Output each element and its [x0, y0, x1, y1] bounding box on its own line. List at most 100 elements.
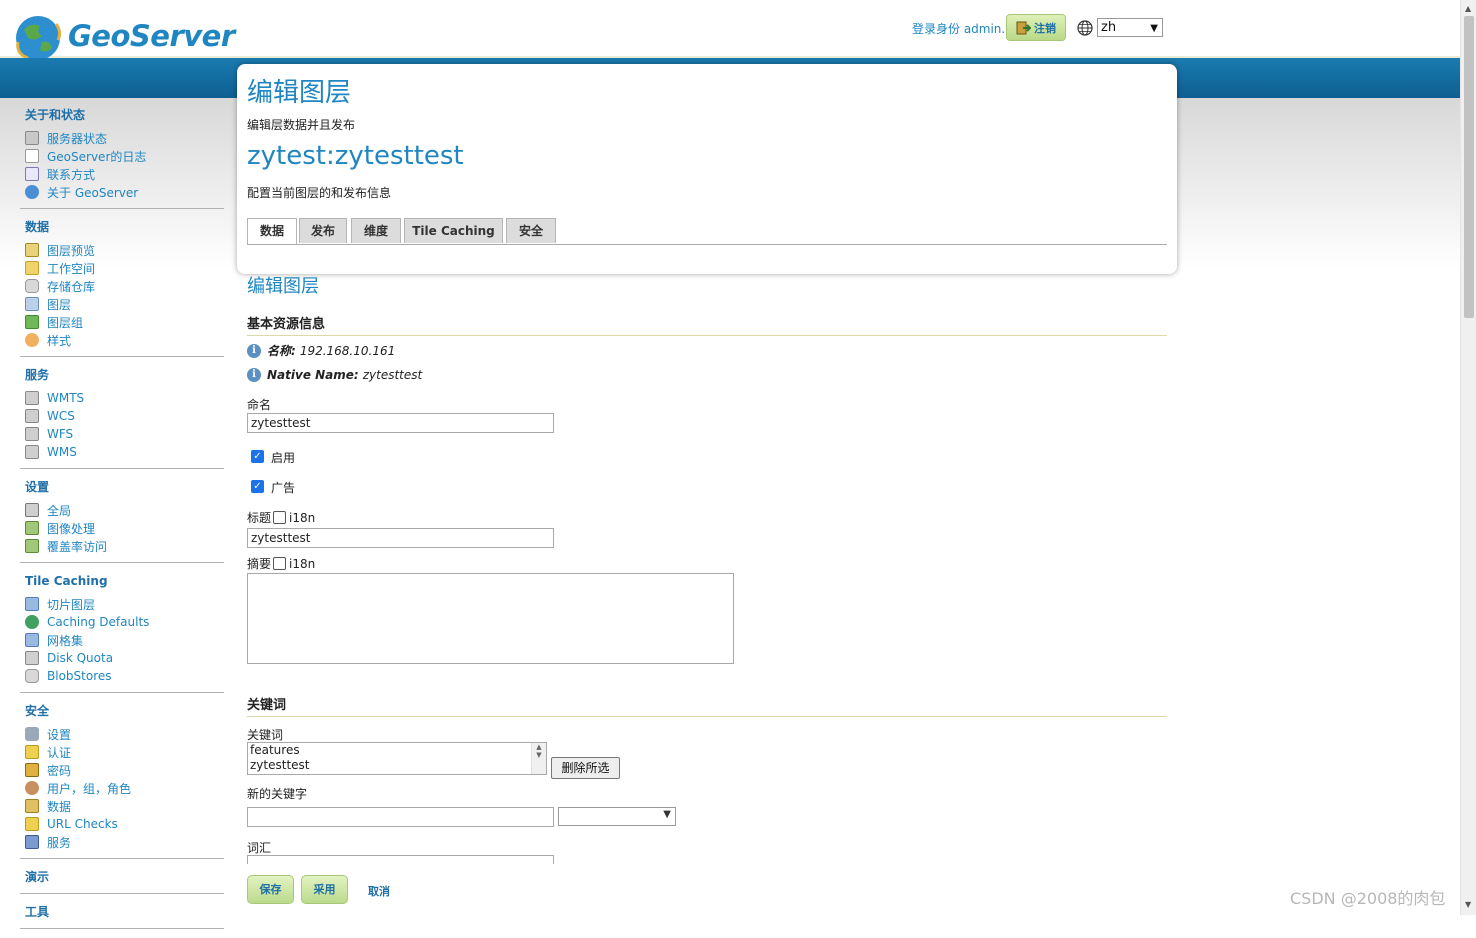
sidebar-item-label: 设置 [47, 727, 72, 742]
sidebar-section-title[interactable]: Tile Caching [25, 572, 224, 590]
sidebar-item[interactable]: GeoServer的日志 [25, 147, 224, 165]
sidebar-item[interactable]: 样式 [25, 331, 224, 349]
sidebar-item[interactable]: 关于 GeoServer [25, 183, 224, 201]
abstract-label-row: 摘要 i18n [247, 555, 315, 572]
keywords-heading: 关键词 [247, 694, 1167, 717]
save-button[interactable]: 保存 [247, 875, 294, 904]
tab-security[interactable]: 安全 [506, 218, 556, 243]
lock-icon [25, 763, 39, 777]
sidebar-item[interactable]: 工作空间 [25, 259, 224, 277]
globe-icon [1077, 20, 1093, 36]
vocabulary-input[interactable] [247, 855, 554, 864]
enabled-checkbox[interactable]: ✓ [251, 449, 264, 463]
chevron-down-icon: ▼ [1150, 23, 1158, 34]
sidebar-item[interactable]: 网格集 [25, 631, 224, 649]
remove-selected-button[interactable]: 删除所选 [551, 757, 620, 779]
sidebar-item[interactable]: 用户，组，角色 [25, 779, 224, 797]
title-i18n-checkbox[interactable] [273, 511, 287, 524]
sidebar-item[interactable]: WFS [25, 425, 224, 443]
sidebar-item-label: 关于 GeoServer [47, 185, 139, 200]
sidebar-item[interactable]: 服务 [25, 833, 224, 851]
section-heading: 编辑图层 [247, 276, 319, 297]
tab-data[interactable]: 数据 [247, 218, 297, 244]
disk-icon [25, 651, 39, 665]
info-icon: i [247, 343, 261, 358]
sidebar-item[interactable]: 设置 [25, 725, 224, 743]
sidebar-item[interactable]: 密码 [25, 761, 224, 779]
sidebar-item[interactable]: BlobStores [25, 667, 224, 685]
sidebar-item[interactable]: WMS [25, 443, 224, 461]
layer-description: 配置当前图层的和发布信息 [247, 186, 392, 200]
keyword-vocabulary-select[interactable]: ▼ [558, 807, 676, 826]
scroll-thumb[interactable] [1464, 16, 1474, 318]
sidebar-item[interactable]: WCS [25, 407, 224, 425]
sidebar-item[interactable]: 认证 [25, 743, 224, 761]
sidebar-section-title[interactable]: 设置 [25, 478, 224, 496]
about-icon [25, 185, 39, 199]
sidebar-item[interactable]: 图层组 [25, 313, 224, 331]
sidebar-item[interactable]: WMTS [25, 389, 224, 407]
page-scrollbar[interactable]: ▲ ▼ [1460, 0, 1476, 915]
tab-tile-caching[interactable]: Tile Caching [404, 218, 503, 243]
title-input[interactable]: zytesttest [247, 528, 554, 548]
abstract-textarea[interactable] [247, 573, 734, 664]
sidebar-section: 数据图层预览工作空间存储仓库 图层 图层组样式 [20, 218, 224, 357]
sidebar-item[interactable]: 服务器状态 [25, 129, 224, 147]
sidebar-item-label: 图像处理 [47, 521, 96, 536]
sidebar-section-title[interactable]: 演示 [25, 868, 224, 886]
sidebar-section: 演示 [20, 868, 224, 894]
shield-icon [25, 817, 39, 831]
native-name-label: Native Name: [267, 368, 359, 382]
folder-icon [25, 261, 39, 275]
sidebar-item-label: 用户，组，角色 [47, 781, 132, 796]
scroll-down-icon[interactable]: ▼ [1465, 900, 1471, 909]
keywords-listbox[interactable]: features zytesttest ▲ ▼ [247, 742, 547, 775]
sidebar-section-title[interactable]: 安全 [25, 702, 224, 720]
sidebar-section-title[interactable]: 工具 [25, 903, 224, 921]
sidebar-item[interactable]: 覆盖率访问 [25, 537, 224, 555]
sidebar-item[interactable]: 存储仓库 [25, 277, 224, 295]
list-item[interactable]: features [248, 743, 546, 758]
sidebar-item-label: 联系方式 [47, 167, 96, 182]
sidebar-item[interactable]: 联系方式 [25, 165, 224, 183]
sidebar-item-label: WMTS [47, 391, 85, 405]
sidebar-item-label: 样式 [47, 333, 72, 348]
listbox-scrollbar[interactable]: ▲ ▼ [531, 743, 546, 774]
enabled-row: ✓ 启用 [251, 446, 295, 466]
sidebar-item[interactable]: 数据 [25, 797, 224, 815]
logout-button[interactable]: 注销 [1006, 14, 1066, 41]
sidebar-item[interactable]: Caching Defaults [25, 613, 224, 631]
advertised-checkbox[interactable]: ✓ [251, 479, 264, 493]
sidebar-item[interactable]: 全局 [25, 501, 224, 519]
abstract-i18n-checkbox[interactable] [273, 557, 287, 570]
list-item[interactable]: zytesttest [248, 758, 546, 773]
globe-icon [25, 615, 39, 629]
contact-icon [25, 167, 39, 181]
sidebar-item-label: 工作空间 [47, 261, 96, 276]
sidebar-item[interactable]: 图层预览 [25, 241, 224, 259]
sidebar-item-label: WFS [47, 427, 74, 441]
tab-publishing[interactable]: 发布 [299, 218, 347, 243]
sidebar-section-title[interactable]: 数据 [25, 218, 224, 236]
users-icon [25, 781, 39, 795]
sidebar-section-title[interactable]: 关于和状态 [25, 106, 224, 124]
language-select[interactable]: zh ▼ [1097, 18, 1163, 37]
scroll-up-icon[interactable]: ▲ [1465, 4, 1471, 13]
sidebar-item[interactable]: 切片图层 [25, 595, 224, 613]
sidebar-section: 工具 [20, 903, 224, 929]
cancel-link[interactable]: 取消 [368, 883, 390, 899]
sidebar-item-label: 存储仓库 [47, 279, 96, 294]
new-keyword-input[interactable] [247, 807, 554, 827]
abstract-label: 摘要 [247, 557, 272, 571]
sidebar-item-label: 切片图层 [47, 597, 96, 612]
sidebar-item[interactable]: URL Checks [25, 815, 224, 833]
sidebar-item[interactable]: 图层 [25, 295, 224, 313]
name-input[interactable]: zytesttest [247, 413, 554, 433]
tab-dimensions[interactable]: 维度 [351, 218, 401, 243]
sidebar-item[interactable]: Disk Quota [25, 649, 224, 667]
service-icon [25, 391, 39, 405]
geoserver-logo-icon[interactable] [12, 12, 64, 64]
sidebar-section-title[interactable]: 服务 [25, 366, 224, 384]
apply-button[interactable]: 采用 [301, 875, 348, 904]
sidebar-item[interactable]: 图像处理 [25, 519, 224, 537]
